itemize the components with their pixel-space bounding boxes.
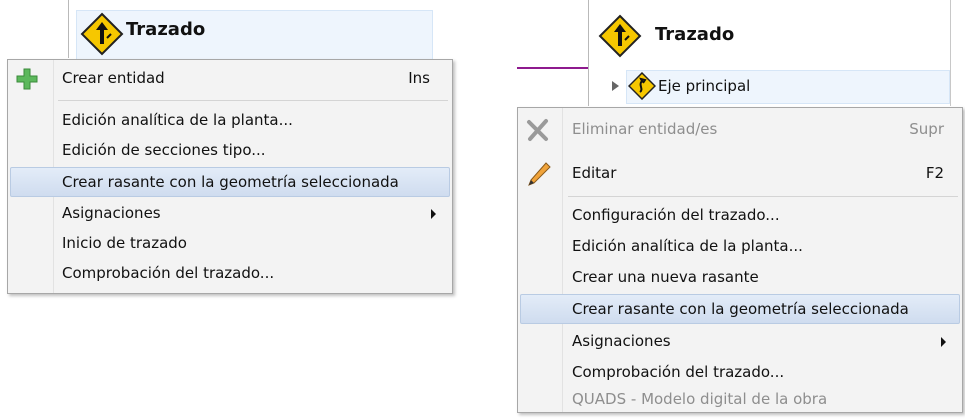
menu-item-label: QUADS - Modelo digital de la obra bbox=[572, 390, 828, 408]
road-sign-trazado-icon bbox=[598, 14, 642, 58]
panel-border bbox=[950, 0, 951, 106]
menu-item-label: Configuración del trazado... bbox=[572, 206, 780, 224]
menu-item-label: Crear entidad bbox=[62, 69, 165, 87]
menu-separator bbox=[568, 196, 958, 197]
menu-separator bbox=[58, 100, 448, 101]
menu-item-label: Edición analítica de la planta... bbox=[572, 237, 803, 255]
plus-icon bbox=[15, 67, 39, 95]
x-delete-icon bbox=[526, 118, 550, 146]
menu-item-shortcut: Ins bbox=[408, 69, 430, 87]
menu-item-edicion-analitica[interactable]: Edición analítica de la planta... bbox=[520, 231, 960, 261]
menu-item-label: Crear rasante con la geometría seleccion… bbox=[62, 173, 399, 191]
menu-item-crear-entidad[interactable]: Crear entidad Ins bbox=[10, 63, 450, 93]
menu-item-asignaciones[interactable]: Asignaciones bbox=[10, 198, 450, 228]
menu-item-label: Eliminar entidad/es bbox=[572, 120, 718, 138]
menu-item-comprobacion[interactable]: Comprobación del trazado... bbox=[520, 357, 960, 387]
menu-item-inicio-trazado[interactable]: Inicio de trazado bbox=[10, 228, 450, 258]
menu-item-shortcut: Supr bbox=[909, 120, 944, 138]
menu-item-crear-rasante[interactable]: Crear rasante con la geometría seleccion… bbox=[10, 167, 450, 197]
pencil-icon bbox=[526, 161, 552, 191]
road-sign-trazado-icon bbox=[80, 12, 124, 56]
right-context-menu: Eliminar entidad/es Supr Editar F2 Confi… bbox=[517, 107, 963, 413]
menu-item-label: Crear rasante con la geometría seleccion… bbox=[572, 300, 909, 318]
menu-item-label: Edición analítica de la planta... bbox=[62, 111, 293, 129]
menu-item-editar[interactable]: Editar F2 bbox=[520, 158, 960, 188]
menu-item-edicion-secciones[interactable]: Edición de secciones tipo... bbox=[10, 135, 450, 165]
magenta-guide-line bbox=[517, 67, 589, 69]
tree-item-trazado-label[interactable]: Trazado bbox=[126, 19, 205, 40]
menu-item-quads[interactable]: QUADS - Modelo digital de la obra bbox=[520, 387, 960, 411]
left-context-menu: Crear entidad Ins Edición analítica de l… bbox=[7, 59, 453, 294]
menu-item-edicion-analitica[interactable]: Edición analítica de la planta... bbox=[10, 105, 450, 135]
menu-item-label: Crear una nueva rasante bbox=[572, 268, 759, 286]
tree-guide-line bbox=[68, 0, 69, 58]
menu-item-crear-nueva-rasante[interactable]: Crear una nueva rasante bbox=[520, 262, 960, 292]
menu-item-comprobacion[interactable]: Comprobación del trazado... bbox=[10, 258, 450, 288]
menu-item-asignaciones[interactable]: Asignaciones bbox=[520, 326, 960, 356]
menu-item-eliminar[interactable]: Eliminar entidad/es Supr bbox=[520, 114, 960, 144]
menu-item-label: Comprobación del trazado... bbox=[62, 264, 275, 282]
tree-guide-line bbox=[588, 0, 589, 106]
menu-item-shortcut: F2 bbox=[925, 164, 944, 182]
tree-item-trazado-label[interactable]: Trazado bbox=[655, 24, 734, 45]
submenu-arrow-icon bbox=[431, 209, 436, 219]
road-sign-curve-icon bbox=[628, 72, 656, 100]
menu-item-label: Asignaciones bbox=[62, 204, 161, 222]
menu-item-crear-rasante[interactable]: Crear rasante con la geometría seleccion… bbox=[520, 294, 960, 324]
menu-item-label: Edición de secciones tipo... bbox=[62, 141, 266, 159]
tree-expand-icon[interactable] bbox=[612, 81, 619, 91]
menu-item-label: Editar bbox=[572, 164, 617, 182]
menu-item-configuracion[interactable]: Configuración del trazado... bbox=[520, 200, 960, 230]
menu-item-label: Inicio de trazado bbox=[62, 234, 187, 252]
menu-item-label: Asignaciones bbox=[572, 332, 671, 350]
submenu-arrow-icon bbox=[941, 337, 946, 347]
menu-item-label: Comprobación del trazado... bbox=[572, 363, 785, 381]
tree-item-eje-principal-label[interactable]: Eje principal bbox=[658, 77, 750, 95]
